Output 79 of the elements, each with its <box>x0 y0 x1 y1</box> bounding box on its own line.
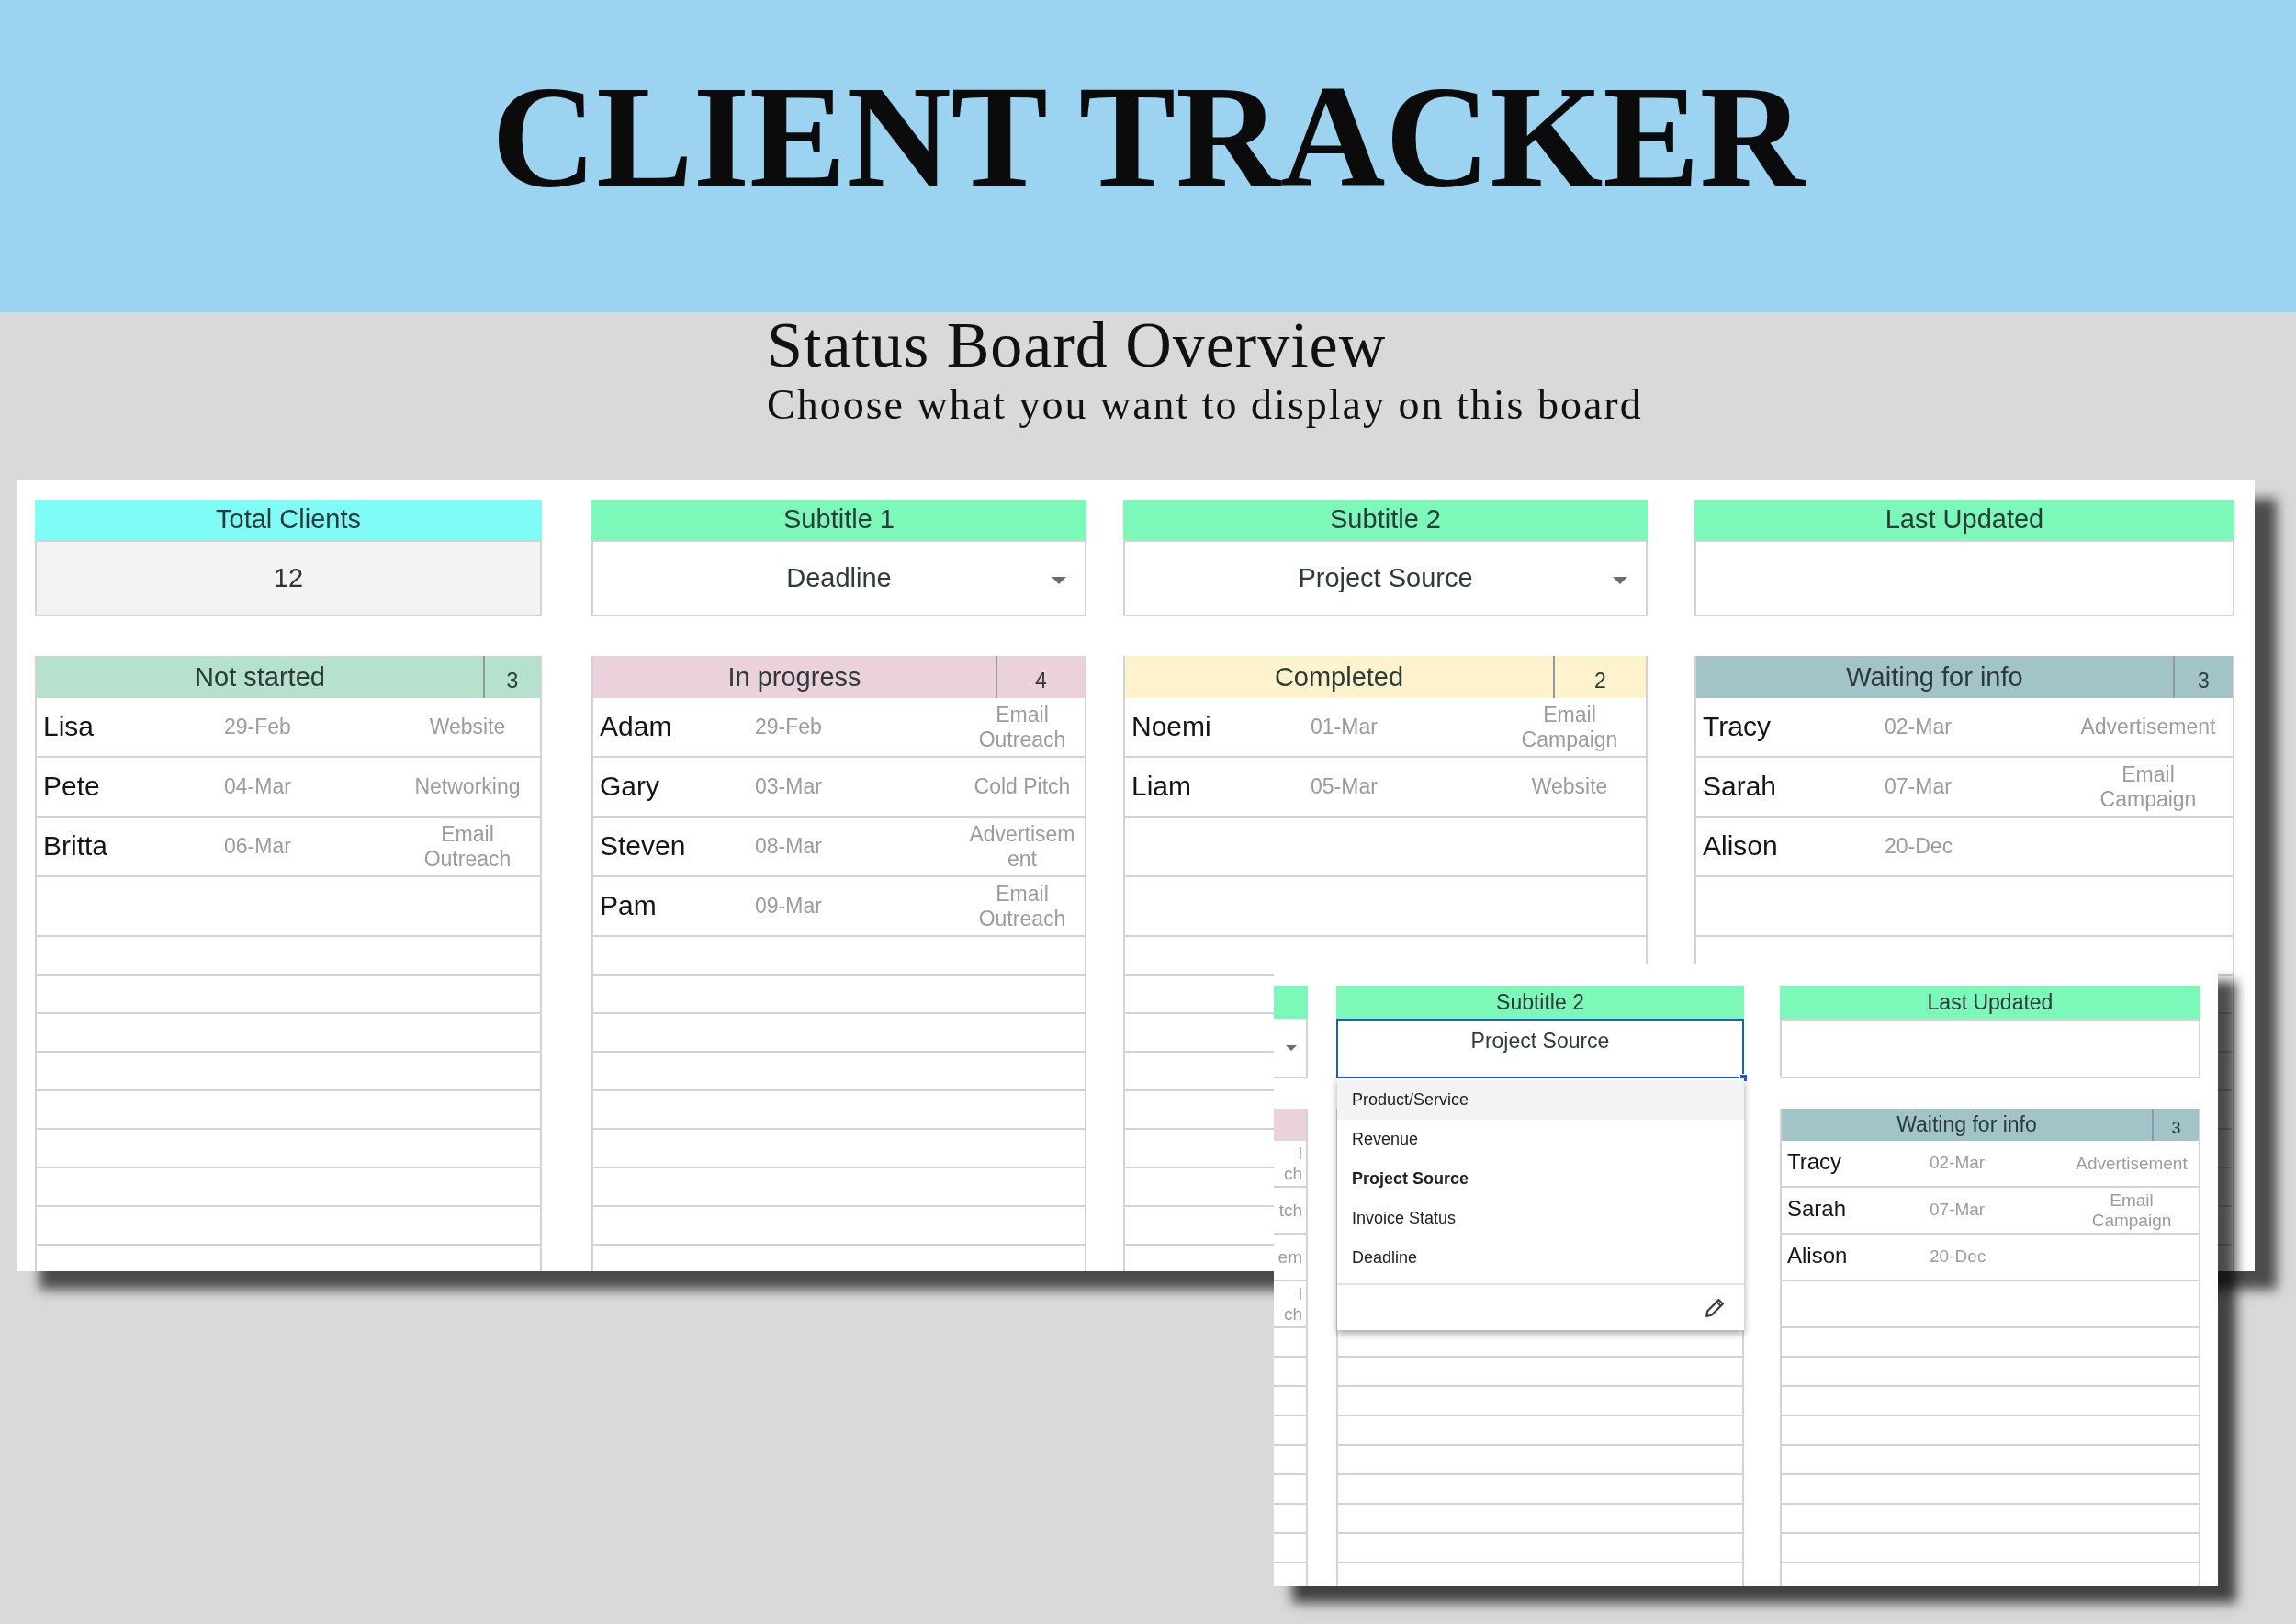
status-count: 3 <box>2198 670 2210 692</box>
status-title: Completed <box>1274 663 1404 691</box>
client-name: Noemi <box>1131 710 1211 741</box>
source-text: tch <box>1278 1200 1302 1221</box>
section-subheading: Choose what you want to display on this board <box>767 381 1643 429</box>
source-text: Email Campaign <box>2099 761 2198 812</box>
date-text: 04-Mar <box>224 773 291 798</box>
source-text: l ch <box>1283 1283 1302 1325</box>
date-text: 07-Mar <box>1885 773 1952 798</box>
source-text: Advertisement <box>968 821 1076 872</box>
card-header: Subtitle 2 <box>1336 986 1744 1019</box>
client-name: Sarah <box>1787 1196 1847 1221</box>
source-text: em <box>1277 1246 1302 1268</box>
source-text: Advertisement <box>2076 1153 2188 1174</box>
date-text: 02-Mar <box>1930 1152 1986 1172</box>
client-name: Pete <box>43 770 100 801</box>
menu-item[interactable]: Revenue <box>1337 1120 1744 1159</box>
dropdown[interactable]: Project Source <box>1123 540 1648 616</box>
source-text: Cold Pitch <box>974 774 1071 799</box>
status-title: Waiting for info <box>1846 663 2023 691</box>
caret-icon <box>1613 577 1627 584</box>
source-text: l ch <box>1283 1143 1302 1184</box>
status-title: Waiting for info <box>1896 1114 2037 1135</box>
card-header: Total Clients <box>35 500 542 540</box>
source-text: Email Outreach <box>422 821 512 872</box>
section-heading: Status Board Overview <box>767 313 1387 378</box>
status-count: 4 <box>1035 670 1047 692</box>
status-count: 3 <box>506 670 519 692</box>
source-text: Email Campaign <box>2090 1190 2173 1231</box>
client-name: Pam <box>600 889 657 920</box>
date-text: 29-Feb <box>755 714 822 739</box>
client-name: Tracy <box>1787 1149 1842 1174</box>
client-name: Britta <box>43 829 108 861</box>
client-name: Sarah <box>1703 770 1777 801</box>
page-title: CLIENT TRACKER <box>491 64 1805 209</box>
menu-item[interactable]: Deadline <box>1337 1238 1744 1278</box>
status-title: In progress <box>727 663 861 691</box>
menu-item[interactable]: Invoice Status <box>1337 1199 1744 1238</box>
date-text: 06-Mar <box>224 833 291 858</box>
date-text: 20-Dec <box>1930 1246 1986 1266</box>
date-text: 01-Mar <box>1311 714 1378 739</box>
source-text: Website <box>429 715 506 739</box>
date-text: 09-Mar <box>755 893 822 918</box>
date-text: 03-Mar <box>755 773 822 798</box>
date-text: 29-Feb <box>224 714 291 739</box>
caret-icon <box>1052 577 1066 584</box>
client-name: Tracy <box>1703 710 1771 741</box>
source-text: Website <box>1531 774 1608 799</box>
client-name: Steven <box>600 829 686 861</box>
source-text: Advertisement <box>2080 715 2216 739</box>
date-text: 07-Mar <box>1930 1199 1986 1219</box>
dropdown[interactable]: Deadline <box>591 540 1086 616</box>
card-header: Subtitle 2 <box>1123 500 1648 540</box>
source-text: Networking <box>414 774 521 799</box>
date-text: 02-Mar <box>1885 714 1952 739</box>
card-header: Subtitle 1 <box>591 500 1086 540</box>
client-name: Liam <box>1131 770 1192 801</box>
date-text: 08-Mar <box>755 833 822 858</box>
status-count: 2 <box>1594 670 1606 692</box>
client-name: Lisa <box>43 710 95 741</box>
menu-item[interactable]: Project Source <box>1337 1159 1744 1199</box>
pencil-icon[interactable] <box>1705 1298 1724 1317</box>
card-header: Last Updated <box>1694 500 2234 540</box>
source-text: Email Campaign <box>1520 702 1619 752</box>
date-text: 05-Mar <box>1311 773 1378 798</box>
client-name: Alison <box>1787 1243 1848 1268</box>
source-text: Email Outreach <box>977 881 1067 931</box>
card-header: Last Updated <box>1780 986 2200 1019</box>
status-count: 3 <box>2171 1119 2181 1136</box>
menu-item[interactable]: Product/Service <box>1337 1080 1744 1120</box>
source-text: Email Outreach <box>977 702 1067 752</box>
header-strip <box>1274 986 1308 1019</box>
caret-icon <box>1286 1045 1297 1051</box>
client-name: Gary <box>600 770 659 801</box>
client-name: Adam <box>600 710 672 741</box>
client-name: Alison <box>1703 829 1778 861</box>
stat-value: 12 <box>35 540 542 616</box>
status-title: Not started <box>195 663 325 691</box>
date-text: 20-Dec <box>1885 833 1953 858</box>
